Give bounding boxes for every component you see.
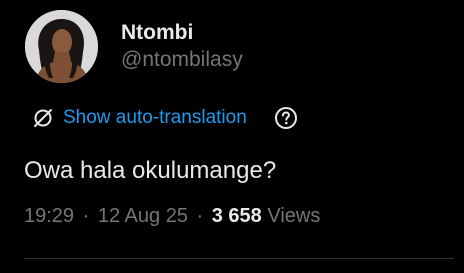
meta-separator: · xyxy=(82,205,90,227)
tweet-meta: 19:29 · 12 Aug 25 · 3 658 Views xyxy=(24,202,320,230)
views-count: 3 658 xyxy=(211,205,262,227)
avatar[interactable] xyxy=(25,10,98,83)
translate-off-icon xyxy=(32,107,54,129)
user-handle[interactable]: @ntombilasy xyxy=(121,47,243,73)
divider xyxy=(24,258,454,259)
question-circle-icon[interactable] xyxy=(274,106,298,130)
tweet-time[interactable]: 19:29 xyxy=(24,205,74,227)
views-label: Views xyxy=(267,205,321,227)
display-name[interactable]: Ntombi xyxy=(121,20,193,46)
tweet-text: Owa hala okulumange? xyxy=(24,157,277,184)
show-auto-translation-link[interactable]: Show auto-translation xyxy=(63,106,247,130)
meta-separator: · xyxy=(196,205,204,227)
translation-row: Show auto-translation xyxy=(32,103,298,133)
tweet: Ntombi @ntombilasy Show auto-translation… xyxy=(0,0,464,273)
avatar-image xyxy=(25,10,98,83)
tweet-date[interactable]: 12 Aug 25 xyxy=(98,205,188,227)
